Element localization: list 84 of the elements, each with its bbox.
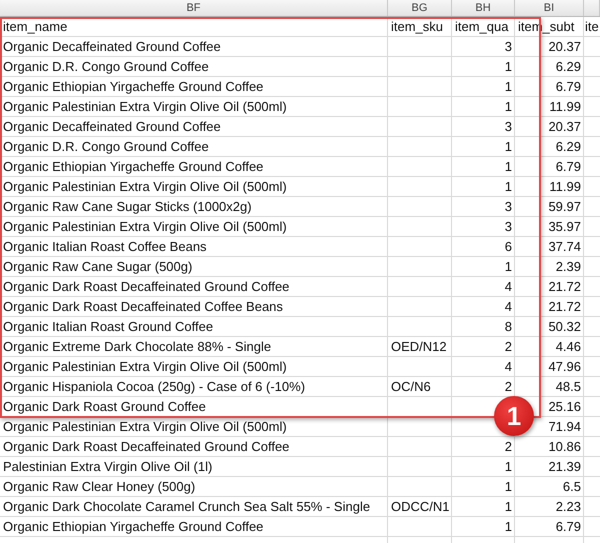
table-cell-text: 1 (504, 498, 513, 516)
table-cell-text: 3 (504, 198, 513, 216)
table-cell-text: 50.32 (547, 318, 582, 336)
table-cell-text: Palestinian Extra Virgin Olive Oil (1l) (2, 458, 214, 476)
table-cell-text: Organic Ethiopian Yirgacheffe Ground Coffee (2, 518, 264, 536)
table-cell-text: 2 (504, 338, 513, 356)
table-cell-text: 21.72 (547, 298, 582, 316)
table-cell-text: 2.39 (554, 258, 582, 276)
table-cell-text: Organic Ethiopian Yirgacheffe Ground Coffee (2, 158, 264, 176)
table-cell-text: 6.29 (554, 138, 582, 156)
table-cell-text: OC/N6 (390, 378, 432, 396)
table-cell-text: item_name (2, 18, 68, 36)
table-cell-text: 4 (504, 278, 513, 296)
table-cell-text: Organic D.R. Congo Ground Coffee (2, 138, 210, 156)
table-cell-text: 71.94 (547, 418, 582, 436)
table-cell-text: Organic Italian Roast Coffee Beans (2, 238, 208, 256)
table-cell-text: Organic Dark Roast Decaffeinated Ground Coffee (2, 438, 290, 456)
table-cell-text: Organic Dark Roast Decaffeinated Coffee Beans (2, 298, 284, 316)
table-cell-text: Organic Palestinian Extra Virgin Olive Oil (500ml) (2, 178, 288, 196)
table-cell-text: Organic Palestinian Extra Virgin Olive Oil (500ml) (2, 98, 288, 116)
table-cell-text: Organic Raw Cane Sugar Sticks (1000x2g) (2, 198, 253, 216)
table-cell-text: 37.74 (547, 238, 582, 256)
table-cell-text: 21.72 (547, 278, 582, 296)
table-cell-text: 6.29 (554, 58, 582, 76)
table-cell-text: 20.37 (547, 38, 582, 56)
table-cell-text: 11.99 (548, 178, 582, 196)
table-cell-text: 4 (504, 298, 513, 316)
table-cell-text: 10.86 (547, 438, 582, 456)
table-cell-text: 6 (504, 238, 513, 256)
table-cell-text: Organic Ethiopian Yirgacheffe Ground Coffee (2, 78, 264, 96)
table-cell-text: 1 (504, 478, 513, 496)
table-cell-text: Organic Extreme Dark Chocolate 88% - Single (2, 338, 272, 356)
table-cell-text: Organic Italian Roast Ground Coffee (2, 318, 214, 336)
table-cell-text: Organic Hispaniola Cocoa (250g) - Case of 6 (-10%) (2, 378, 306, 396)
column-header[interactable]: BF (0, 0, 388, 16)
table-cell-text: item_qua (454, 18, 510, 36)
table-cell-text: 47.96 (547, 358, 582, 376)
table-cell-text: 6.79 (554, 158, 582, 176)
table-cell-text: Organic Decaffeinated Ground Coffee (2, 38, 222, 56)
table-cell-text: 8 (504, 318, 513, 336)
table-cell-text: Organic Palestinian Extra Virgin Olive Oil (500ml) (2, 358, 288, 376)
table-cell-text: 48.5 (554, 378, 582, 396)
table-cell-text: Organic Dark Roast Decaffeinated Ground Coffee (2, 278, 290, 296)
table-cell-text: 1 (504, 258, 513, 276)
table-cell-text: Organic Dark Chocolate Caramel Crunch Sea Salt 55% - Single (2, 498, 372, 516)
table-cell-text: ODCC/N1 (390, 498, 451, 516)
table-cell-text: 2 (504, 378, 513, 396)
table-cell-text: OED/N12 (390, 338, 448, 356)
table-cell-text: 59.97 (547, 198, 582, 216)
table-cell-text: 6.79 (554, 78, 582, 96)
table-cell-text: 3 (504, 118, 513, 136)
table-cell-text: Organic D.R. Congo Ground Coffee (2, 58, 210, 76)
table-cell-text: 1 (504, 458, 513, 476)
column-header[interactable]: BH (452, 0, 515, 16)
column-header[interactable]: BI (515, 0, 584, 16)
table-cell-text: 1 (504, 78, 513, 96)
table-cell-text: 3 (504, 218, 513, 236)
table-cell-text: 1 (504, 58, 513, 76)
table-cell-text: 1 (504, 158, 513, 176)
table-cell-text: 4.46 (554, 338, 582, 356)
table-cell-text: Organic Palestinian Extra Virgin Olive Oil (500ml) (2, 218, 288, 236)
table-cell-text: 1 (504, 518, 513, 536)
table-cell-text: 1 (504, 98, 513, 116)
table-cell-text: 2 (504, 438, 513, 456)
table-cell-text: Organic Dark Roast Ground Coffee (2, 398, 207, 416)
table-cell-text: 3 (504, 38, 513, 56)
table-cell-text: item_sku (390, 18, 444, 36)
table-cell-text: 20.37 (547, 118, 582, 136)
table-cell-text: Organic Palestinian Extra Virgin Olive Oil (500ml) (2, 418, 288, 436)
table-cell-text: 25.16 (547, 398, 582, 416)
table-cell-text: 4 (504, 358, 513, 376)
table-cell-text: ite (584, 18, 600, 36)
table-cell-text: 21.39 (547, 458, 582, 476)
table-cell-text: 1 (504, 178, 513, 196)
table-cell-text: 2.23 (554, 498, 582, 516)
table-cell-text: 6.79 (554, 518, 582, 536)
table-cell-text: Organic Raw Cane Sugar (500g) (2, 258, 194, 276)
column-header[interactable]: BG (388, 0, 452, 16)
table-cell-text: 6.5 (562, 478, 582, 496)
table-cell-text: 11.99 (548, 98, 582, 116)
table-cell-text: Organic Decaffeinated Ground Coffee (2, 118, 222, 136)
table-cell-text: 1 (504, 138, 513, 156)
table-cell-text: Organic Raw Clear Honey (500g) (2, 478, 196, 496)
table-cell-text: 35.97 (547, 218, 582, 236)
